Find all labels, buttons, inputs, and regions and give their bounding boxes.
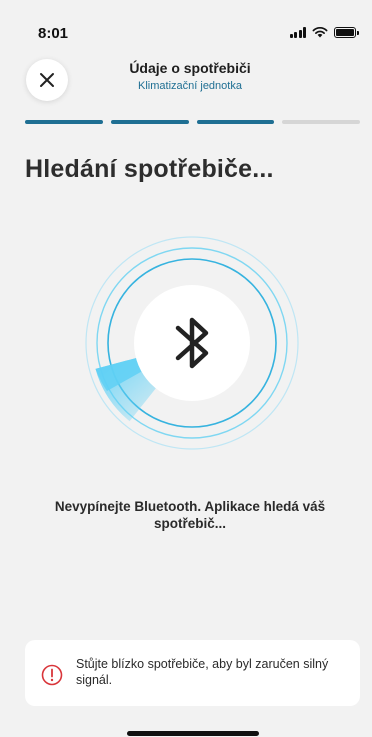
header: Údaje o spotřebiči Klimatizační jednotka [0, 60, 372, 92]
progress-step [282, 120, 360, 124]
bluetooth-scanner [85, 236, 299, 450]
hint-text: Stůjte blízko spotřebiče, aby byl zaruče… [76, 657, 329, 687]
home-indicator [127, 731, 259, 736]
progress-step [110, 120, 189, 124]
cellular-signal-icon [289, 26, 306, 38]
header-title: Údaje o spotřebiči [129, 60, 251, 76]
hint-card: Stůjte blízko spotřebiče, aby byl zaruče… [25, 640, 360, 706]
header-subtitle: Klimatizační jednotka [138, 80, 242, 92]
progress-step [25, 120, 103, 124]
wifi-icon [312, 26, 328, 38]
page-title: Hledání spotřebiče... [25, 155, 274, 183]
status-icons [289, 26, 359, 38]
status-time: 8:01 [38, 25, 69, 42]
step-progress [25, 120, 360, 124]
status-bar: 8:01 [0, 0, 372, 44]
battery-icon [334, 26, 359, 38]
warning-circle-icon [41, 664, 63, 686]
progress-step [196, 120, 275, 124]
status-message: Nevypínejte Bluetooth. Aplikace hledá vá… [54, 499, 326, 531]
